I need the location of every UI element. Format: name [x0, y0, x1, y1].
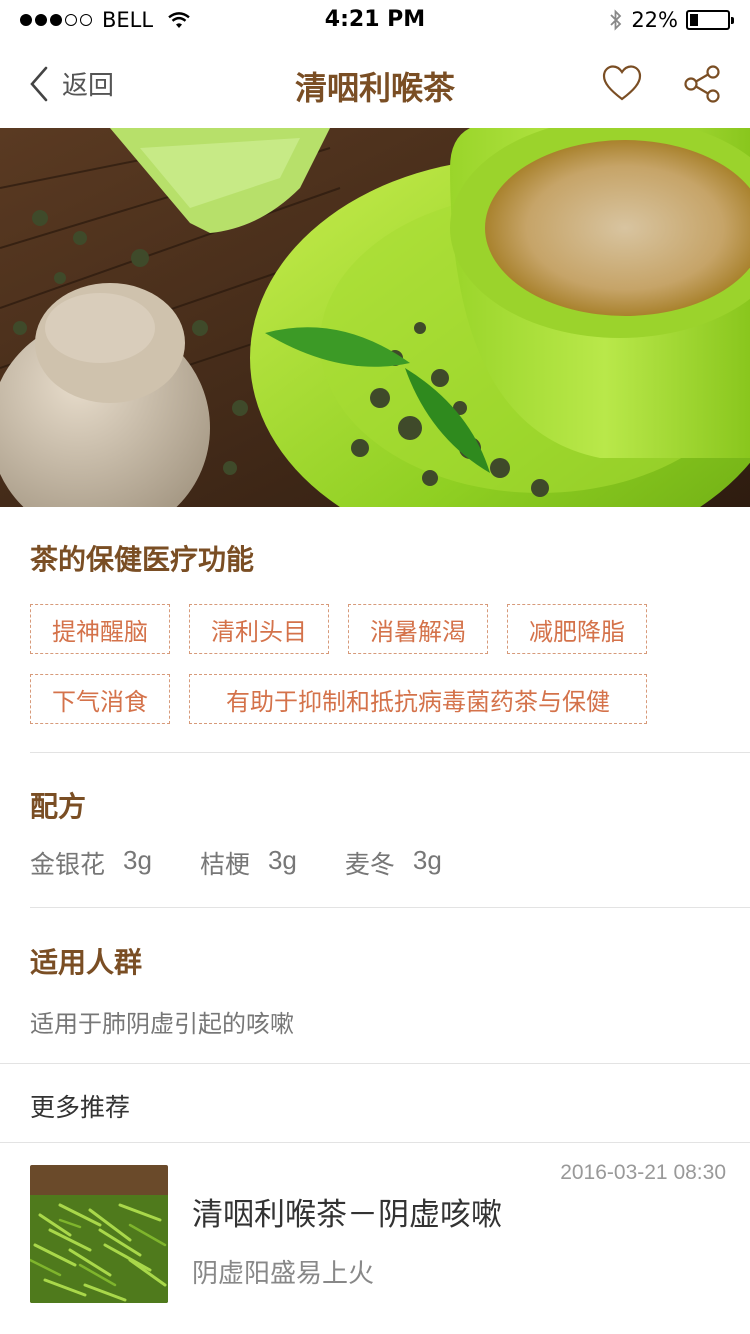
status-bar: BELL 4:21 PM 22% — [0, 0, 750, 40]
tea-cup-photo — [0, 128, 750, 507]
recommendation-item[interactable]: 2016-03-21 08:30 清咽利喉茶－阴虚咳嗽 阴虚阳盛易上火 — [0, 1143, 750, 1334]
health-section: 茶的保健医疗功能 — [30, 538, 750, 578]
tag-item[interactable]: 消暑解渴 — [348, 604, 488, 654]
audience-section: 适用人群 — [30, 941, 750, 981]
ingredient-amount: 3g — [267, 845, 297, 875]
formula-list: 金银花 3g 桔梗 3g 麦冬 3g — [30, 845, 442, 881]
navigation-bar: 返回 清咽利喉茶 — [0, 40, 750, 128]
formula-item: 桔梗 3g — [200, 845, 297, 881]
hero-image — [0, 128, 750, 507]
audience-title: 适用人群 — [30, 946, 143, 979]
recommendation-thumbnail — [30, 1165, 168, 1303]
tag-item[interactable]: 提神醒脑 — [30, 604, 170, 654]
ingredient-name: 金银花 — [30, 850, 106, 879]
formula-item: 金银花 3g — [30, 845, 152, 881]
nav-actions — [602, 64, 722, 104]
tag-item[interactable]: 减肥降脂 — [507, 604, 647, 654]
more-header: 更多推荐 — [0, 1063, 750, 1143]
battery-level — [690, 14, 698, 26]
divider — [30, 752, 750, 753]
green-tea-leaves-photo — [30, 1165, 168, 1303]
ingredient-amount: 3g — [123, 845, 152, 875]
formula-section: 配方 — [30, 785, 750, 825]
heart-icon[interactable] — [602, 64, 642, 104]
tag-item[interactable]: 下气消食 — [30, 674, 170, 724]
battery-percent: 22% — [631, 8, 678, 32]
ingredient-amount: 3g — [412, 845, 442, 875]
formula-item: 麦冬 3g — [345, 845, 442, 881]
audience-text: 适用于肺阴虚引起的咳嗽 — [30, 1010, 294, 1038]
recommendation-subtitle: 阴虚阳盛易上火 — [192, 1259, 375, 1289]
bluetooth-icon — [610, 9, 622, 31]
battery-icon — [686, 10, 734, 30]
divider — [30, 907, 750, 908]
more-title: 更多推荐 — [30, 1093, 131, 1122]
recommendation-title: 清咽利喉茶－阴虚咳嗽 — [192, 1197, 502, 1233]
status-right: 22% — [609, 8, 734, 32]
health-title: 茶的保健医疗功能 — [30, 543, 255, 576]
ingredient-name: 桔梗 — [199, 850, 250, 879]
share-icon[interactable] — [682, 64, 722, 104]
recommendation-date: 2016-03-21 08:30 — [560, 1161, 726, 1184]
ingredient-name: 麦冬 — [344, 850, 395, 879]
formula-title: 配方 — [30, 790, 87, 823]
tag-item[interactable]: 清利头目 — [189, 604, 329, 654]
tag-item[interactable]: 有助于抑制和抵抗病毒菌药茶与保健 — [189, 674, 647, 724]
